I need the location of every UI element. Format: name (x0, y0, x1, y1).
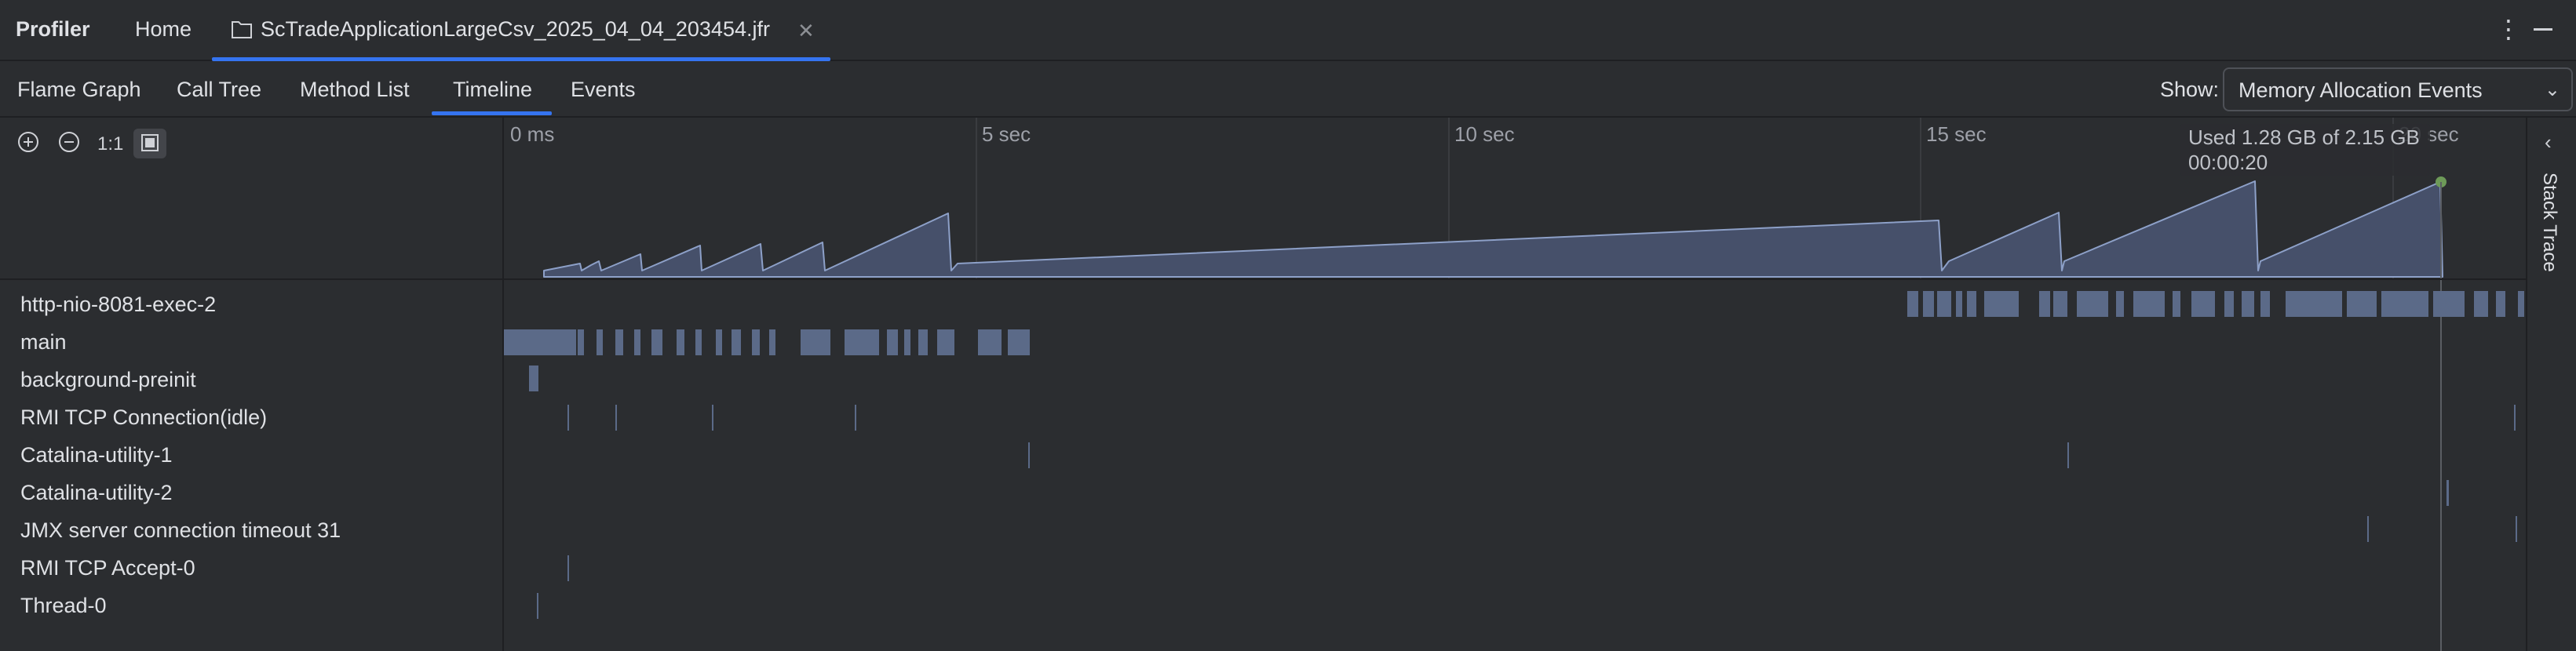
thread-name[interactable]: RMI TCP Accept-0 (20, 556, 195, 580)
thread-name[interactable]: background-preinit (20, 368, 196, 392)
thread-activity-thread-0 (537, 593, 538, 619)
thread-activity-rmi-tcp-accept (567, 555, 569, 581)
thread-name[interactable]: Catalina-utility-2 (20, 481, 173, 505)
memory-tooltip: Used 1.28 GB of 2.15 GB 00:00:20 (2180, 124, 2430, 176)
thread-activity-main (504, 329, 1030, 355)
thread-activity-catalina-utility-1 (1028, 442, 2069, 468)
thread-activity-http-nio-8081-exec-2 (1907, 291, 2524, 317)
thread-activity-catalina-utility-2 (2446, 480, 2449, 506)
chevron-left-icon[interactable]: ‹ (2545, 130, 2552, 155)
memory-usage-area (543, 180, 2443, 278)
stack-trace-panel-toggle[interactable]: ‹ Stack Trace (2526, 118, 2576, 651)
chart-divider (0, 278, 2527, 280)
timeline-canvas[interactable] (0, 0, 2527, 651)
tooltip-time: 00:00:20 (2188, 151, 2268, 174)
thread-name[interactable]: RMI TCP Connection(idle) (20, 406, 267, 430)
minimize-icon[interactable] (2534, 28, 2552, 31)
thread-name[interactable]: Thread-0 (20, 594, 107, 618)
panel-divider[interactable] (502, 118, 504, 651)
thread-name[interactable]: JMX server connection timeout 31 (20, 518, 341, 543)
thread-activity-background-preinit (529, 366, 538, 391)
tooltip-memory-usage: Used 1.28 GB of 2.15 GB (2188, 125, 2420, 149)
chevron-down-icon: ⌄ (2544, 79, 2560, 100)
stack-trace-label[interactable]: Stack Trace (2538, 173, 2560, 272)
thread-name[interactable]: http-nio-8081-exec-2 (20, 293, 216, 317)
thread-name[interactable]: Catalina-utility-1 (20, 443, 173, 467)
thread-activity-rmi-tcp-connection (567, 405, 2516, 431)
thread-activity-jmx-server (2367, 516, 2517, 542)
thread-name[interactable]: main (20, 330, 67, 355)
